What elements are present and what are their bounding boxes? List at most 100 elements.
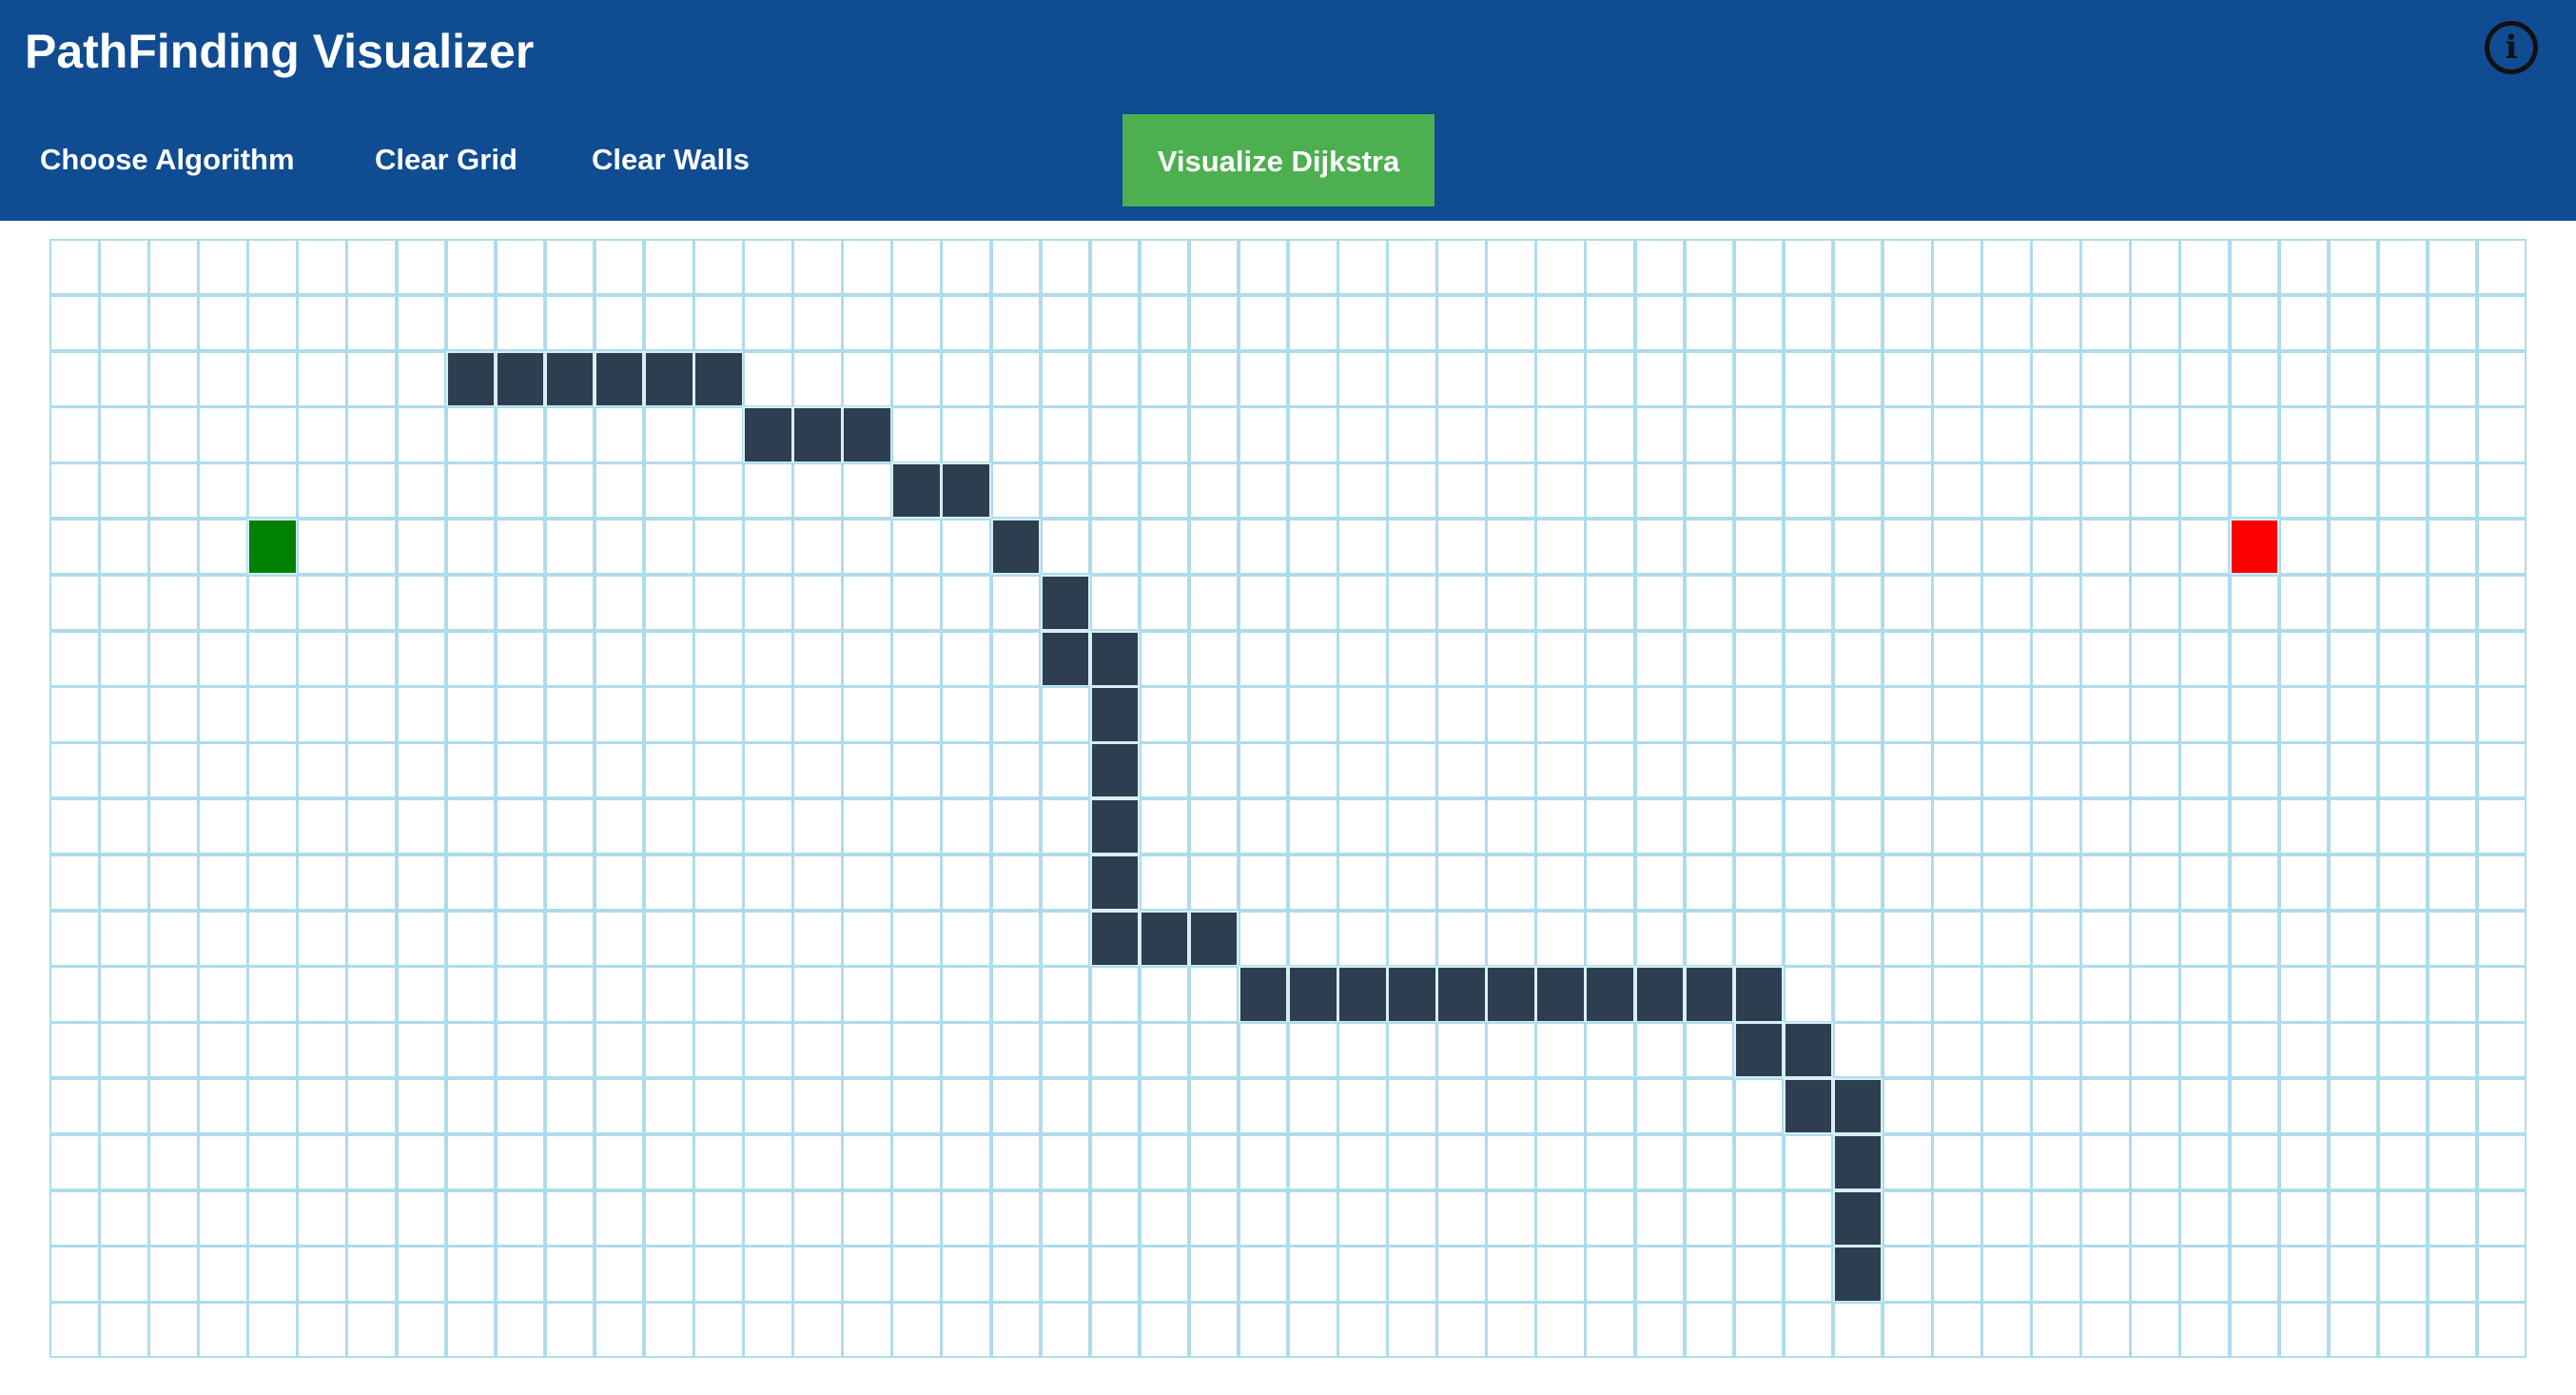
grid-cell[interactable] <box>2278 686 2330 743</box>
grid-cell[interactable] <box>693 910 744 967</box>
grid-cell[interactable] <box>1832 462 1883 520</box>
grid-cell[interactable] <box>941 630 992 687</box>
grid-cell[interactable] <box>1634 1078 1686 1135</box>
grid-cell[interactable] <box>396 1189 447 1247</box>
grid-cell[interactable] <box>693 742 744 799</box>
grid-cell[interactable] <box>1288 406 1338 463</box>
wall-cell[interactable] <box>743 406 793 463</box>
grid-cell[interactable] <box>2130 686 2180 743</box>
grid-cell[interactable] <box>1733 406 1785 463</box>
grid-cell[interactable] <box>2328 350 2379 407</box>
grid-cell[interactable] <box>842 294 892 352</box>
grid-cell[interactable] <box>346 1246 398 1303</box>
grid-cell[interactable] <box>2031 294 2081 352</box>
grid-cell[interactable] <box>1436 686 1487 743</box>
grid-cell[interactable] <box>247 854 298 912</box>
grid-cell[interactable] <box>2229 1302 2280 1359</box>
grid-cell[interactable] <box>2328 630 2379 687</box>
grid-cell[interactable] <box>2427 294 2478 352</box>
grid-cell[interactable] <box>1882 519 1933 576</box>
grid-cell[interactable] <box>1634 294 1686 352</box>
grid-cell[interactable] <box>2427 798 2478 855</box>
grid-cell[interactable] <box>1337 742 1388 799</box>
grid-cell[interactable] <box>743 1302 793 1359</box>
grid-cell[interactable] <box>1089 574 1141 632</box>
grid-cell[interactable] <box>49 966 100 1023</box>
grid-cell[interactable] <box>743 1189 793 1247</box>
grid-cell[interactable] <box>346 1022 398 1079</box>
grid-cell[interactable] <box>1932 1246 1982 1303</box>
grid-cell[interactable] <box>1832 1302 1883 1359</box>
grid-cell[interactable] <box>891 294 942 352</box>
grid-cell[interactable] <box>792 1078 843 1135</box>
grid-cell[interactable] <box>891 742 942 799</box>
grid-cell[interactable] <box>1040 910 1091 967</box>
grid-cell[interactable] <box>1684 462 1735 520</box>
grid-cell[interactable] <box>1733 462 1785 520</box>
grid-cell[interactable] <box>1535 574 1586 632</box>
grid-cell[interactable] <box>643 630 694 687</box>
wall-cell[interactable] <box>1832 1189 1883 1247</box>
grid-cell[interactable] <box>643 1246 694 1303</box>
grid-cell[interactable] <box>1882 574 1933 632</box>
grid-cell[interactable] <box>693 966 744 1023</box>
grid-cell[interactable] <box>99 686 149 743</box>
grid-cell[interactable] <box>2476 1078 2527 1135</box>
grid-cell[interactable] <box>1188 294 1239 352</box>
grid-cell[interactable] <box>1188 854 1239 912</box>
grid-cell[interactable] <box>2130 350 2180 407</box>
grid-cell[interactable] <box>1436 798 1487 855</box>
grid-cell[interactable] <box>1040 1022 1091 1079</box>
grid-cell[interactable] <box>1288 294 1338 352</box>
grid-cell[interactable] <box>1981 406 2032 463</box>
grid-cell[interactable] <box>2377 798 2429 855</box>
grid-cell[interactable] <box>247 574 298 632</box>
grid-cell[interactable] <box>990 798 1042 855</box>
grid-cell[interactable] <box>643 1078 694 1135</box>
grid-cell[interactable] <box>1188 1133 1239 1191</box>
grid-cell[interactable] <box>1089 1133 1141 1191</box>
grid-cell[interactable] <box>49 1078 100 1135</box>
grid-cell[interactable] <box>891 686 942 743</box>
grid-cell[interactable] <box>1139 1189 1190 1247</box>
grid-cell[interactable] <box>891 350 942 407</box>
grid-cell[interactable] <box>2476 519 2527 576</box>
grid-cell[interactable] <box>2080 1246 2131 1303</box>
grid-cell[interactable] <box>247 239 298 296</box>
grid-cell[interactable] <box>643 462 694 520</box>
grid-cell[interactable] <box>1486 798 1536 855</box>
grid-cell[interactable] <box>1585 1078 1636 1135</box>
grid-cell[interactable] <box>297 294 347 352</box>
grid-cell[interactable] <box>49 686 100 743</box>
grid-cell[interactable] <box>49 406 100 463</box>
grid-cell[interactable] <box>1634 1302 1686 1359</box>
grid-cell[interactable] <box>842 1189 892 1247</box>
grid-cell[interactable] <box>1337 406 1388 463</box>
grid-cell[interactable] <box>1733 1133 1785 1191</box>
grid-cell[interactable] <box>1040 686 1091 743</box>
grid-cell[interactable] <box>990 686 1042 743</box>
grid-cell[interactable] <box>2476 1133 2527 1191</box>
grid-cell[interactable] <box>594 1078 645 1135</box>
grid-cell[interactable] <box>198 1022 248 1079</box>
grid-cell[interactable] <box>693 686 744 743</box>
grid-cell[interactable] <box>1337 630 1388 687</box>
grid-cell[interactable] <box>1139 1022 1190 1079</box>
grid-cell[interactable] <box>445 406 497 463</box>
grid-cell[interactable] <box>1288 1189 1338 1247</box>
grid-cell[interactable] <box>1337 854 1388 912</box>
grid-cell[interactable] <box>792 630 843 687</box>
grid-cell[interactable] <box>1486 1189 1536 1247</box>
grid-cell[interactable] <box>1585 854 1636 912</box>
grid-cell[interactable] <box>2427 350 2478 407</box>
grid-cell[interactable] <box>990 966 1042 1023</box>
grid-cell[interactable] <box>1288 1133 1338 1191</box>
grid-cell[interactable] <box>1932 742 1982 799</box>
grid-cell[interactable] <box>148 239 199 296</box>
grid-cell[interactable] <box>1337 1078 1388 1135</box>
grid-cell[interactable] <box>693 630 744 687</box>
grid-cell[interactable] <box>1981 742 2032 799</box>
grid-cell[interactable] <box>1040 1133 1091 1191</box>
grid-cell[interactable] <box>2130 742 2180 799</box>
grid-cell[interactable] <box>643 294 694 352</box>
